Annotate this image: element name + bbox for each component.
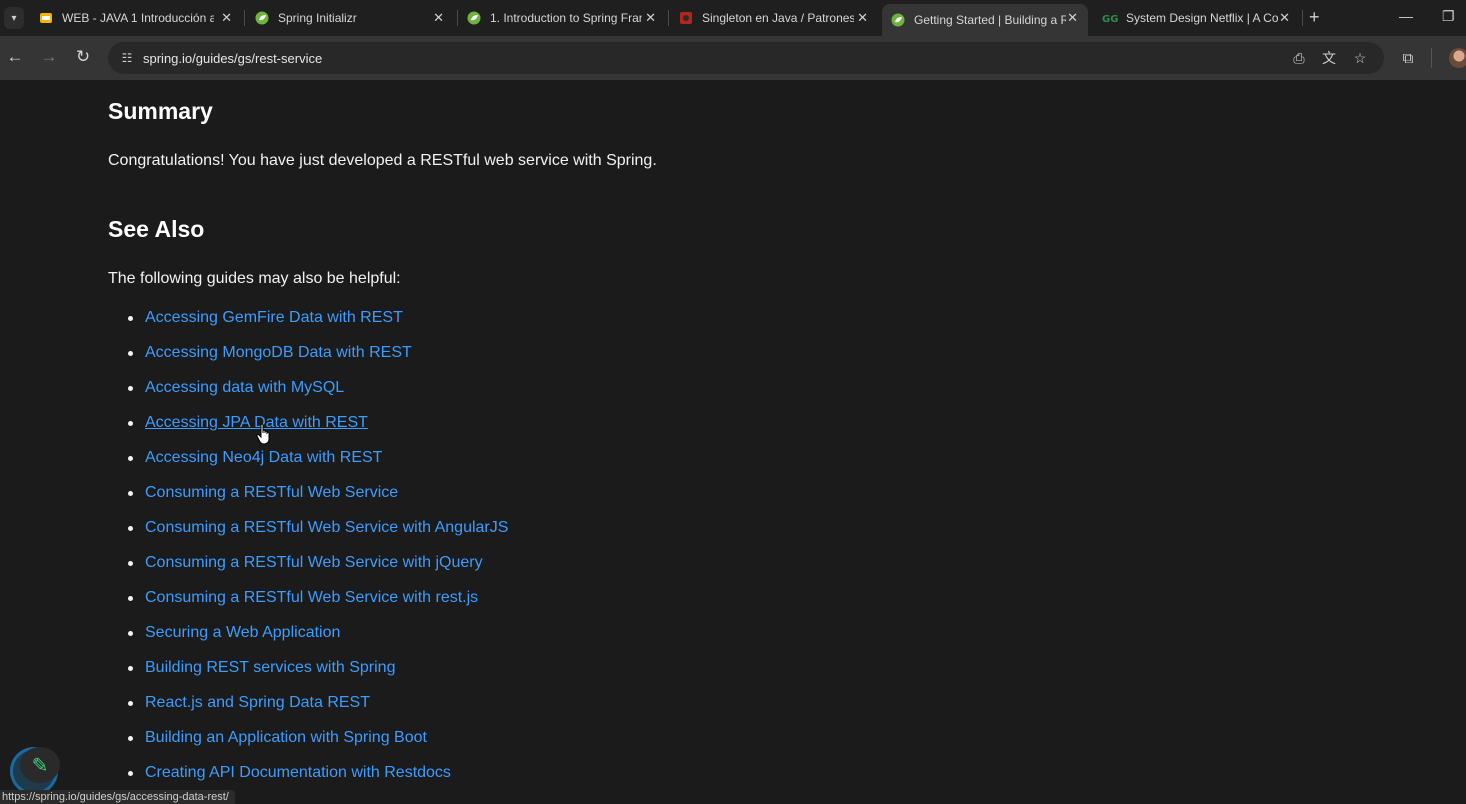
tab-singleton-java[interactable]: Singleton en Java / Patrones ✕ — [670, 4, 878, 32]
guide-link[interactable]: Creating API Documentation with Restdocs — [145, 764, 451, 781]
guide-link[interactable]: Consuming a RESTful Web Service with Ang… — [145, 519, 508, 536]
list-item: Accessing data with MySQL — [127, 376, 508, 411]
guides-list: Accessing GemFire Data with REST Accessin… — [127, 306, 508, 796]
bookmark-star-icon[interactable]: ☆ — [1351, 49, 1369, 67]
close-icon[interactable]: ✕ — [221, 10, 232, 26]
tab-title: Singleton en Java / Patrones — [702, 11, 854, 25]
tab-title: System Design Netflix | A Co — [1126, 11, 1278, 25]
svg-text:GG: GG — [1102, 14, 1118, 24]
tab-divider — [668, 10, 669, 26]
summary-text: Congratulations! You have just developed… — [108, 152, 657, 169]
tab-title: 1. Introduction to Spring Fran — [490, 11, 642, 25]
tab-title: Getting Started | Building a R — [914, 13, 1066, 27]
address-bar[interactable]: ☷ spring.io/guides/gs/rest-service ⎙ 文 ☆ — [108, 42, 1384, 74]
close-icon[interactable]: ✕ — [1279, 10, 1290, 26]
list-item: Consuming a RESTful Web Service with jQu… — [127, 551, 508, 586]
close-icon[interactable]: ✕ — [1067, 10, 1078, 26]
close-icon[interactable]: ✕ — [857, 10, 868, 26]
tab-getting-started-active[interactable]: Getting Started | Building a R ✕ — [882, 4, 1088, 36]
gfg-icon: GG — [1102, 10, 1118, 26]
profile-avatar[interactable] — [1449, 48, 1466, 68]
toolbar: ← → ↻ ☷ spring.io/guides/gs/rest-service… — [0, 36, 1466, 80]
install-app-icon[interactable]: ⎙ — [1290, 49, 1308, 67]
summary-heading: Summary — [108, 98, 213, 124]
guide-link[interactable]: Consuming a RESTful Web Service with res… — [145, 589, 478, 606]
tab-spring-initializr[interactable]: Spring Initializr ✕ — [246, 4, 454, 32]
url-text[interactable]: spring.io/guides/gs/rest-service — [143, 51, 322, 66]
hand-cursor-icon — [256, 423, 270, 445]
tab-title: WEB - JAVA 1 Introducción al — [62, 11, 214, 25]
spring-icon — [254, 10, 270, 26]
tab-web-java[interactable]: WEB - JAVA 1 Introducción al ✕ — [30, 4, 242, 32]
status-bar-url: https://spring.io/guides/gs/accessing-da… — [0, 790, 235, 804]
guide-link[interactable]: Accessing Neo4j Data with REST — [145, 449, 382, 466]
translate-icon[interactable]: 文 — [1320, 49, 1338, 67]
list-item: Consuming a RESTful Web Service with res… — [127, 586, 508, 621]
slides-icon — [38, 10, 54, 26]
spring-icon — [466, 10, 482, 26]
guide-link[interactable]: React.js and Spring Data REST — [145, 694, 370, 711]
guide-link[interactable]: Accessing MongoDB Data with REST — [145, 344, 412, 361]
list-item: Building REST services with Spring — [127, 656, 508, 691]
list-item: Accessing MongoDB Data with REST — [127, 341, 508, 376]
tab-strip: ▾ WEB - JAVA 1 Introducción al ✕ Spring … — [0, 0, 1466, 36]
guide-link[interactable]: Consuming a RESTful Web Service with jQu… — [145, 554, 483, 571]
site-info-icon[interactable]: ☷ — [118, 49, 136, 67]
tab-intro-spring-framework[interactable]: 1. Introduction to Spring Fran ✕ — [458, 4, 666, 32]
spring-icon — [890, 12, 906, 28]
extensions-puzzle-icon[interactable]: ⧉ — [1398, 48, 1418, 68]
page-content: Summary Congratulations! You have just d… — [0, 80, 1466, 799]
guide-link[interactable]: Consuming a RESTful Web Service — [145, 484, 398, 501]
list-item: Consuming a RESTful Web Service with Ang… — [127, 516, 508, 551]
see-also-heading: See Also — [108, 216, 205, 242]
site-icon — [678, 10, 694, 26]
list-item: React.js and Spring Data REST — [127, 691, 508, 726]
close-icon[interactable]: ✕ — [433, 10, 444, 26]
back-arrow-icon[interactable]: ← — [5, 47, 25, 67]
tab-system-design-netflix[interactable]: GG System Design Netflix | A Co ✕ — [1094, 4, 1300, 32]
see-also-intro: The following guides may also be helpful… — [108, 270, 401, 287]
list-item: Accessing GemFire Data with REST — [127, 306, 508, 341]
minimize-icon[interactable]: — — [1399, 8, 1413, 24]
guide-link[interactable]: Building REST services with Spring — [145, 659, 395, 676]
guide-link[interactable]: Building an Application with Spring Boot — [145, 729, 427, 746]
list-item: Securing a Web Application — [127, 621, 508, 656]
tab-title: Spring Initializr — [278, 11, 357, 25]
restore-icon[interactable]: ❐ — [1442, 8, 1455, 25]
list-item: Accessing JPA Data with REST — [127, 411, 508, 446]
reload-icon[interactable]: ↻ — [73, 47, 93, 67]
forward-arrow-icon[interactable]: → — [39, 47, 59, 67]
tab-divider — [244, 10, 245, 26]
pencil-edit-icon[interactable]: ✎ — [20, 747, 60, 783]
tab-search-chevron-icon[interactable]: ▾ — [4, 7, 24, 29]
list-item: Consuming a RESTful Web Service — [127, 481, 508, 516]
toolbar-divider — [1431, 48, 1432, 68]
list-item: Accessing Neo4j Data with REST — [127, 446, 508, 481]
guide-link[interactable]: Accessing GemFire Data with REST — [145, 309, 403, 326]
list-item: Building an Application with Spring Boot — [127, 726, 508, 761]
guide-link[interactable]: Securing a Web Application — [145, 624, 340, 641]
new-tab-plus-icon[interactable]: + — [1309, 8, 1320, 26]
tab-divider — [1302, 10, 1303, 26]
close-icon[interactable]: ✕ — [645, 10, 656, 26]
guide-link[interactable]: Accessing data with MySQL — [145, 379, 344, 396]
